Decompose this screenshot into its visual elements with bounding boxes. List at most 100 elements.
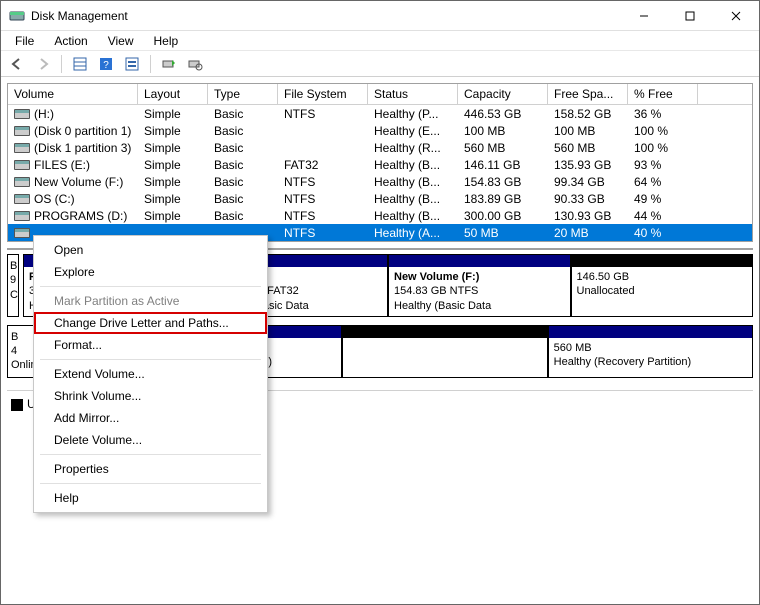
- cell: Simple: [138, 107, 208, 121]
- cell: Simple: [138, 141, 208, 155]
- minimize-button[interactable]: [621, 1, 667, 31]
- menu-item-delete-volume[interactable]: Delete Volume...: [34, 429, 267, 451]
- menu-item-shrink-volume[interactable]: Shrink Volume...: [34, 385, 267, 407]
- disk0-l1: B: [10, 259, 16, 273]
- cell: Healthy (B...: [368, 158, 458, 172]
- cell: Basic: [208, 158, 278, 172]
- properties-icon[interactable]: [183, 53, 207, 75]
- volume-icon: [14, 228, 30, 238]
- col-free[interactable]: Free Spa...: [548, 84, 628, 104]
- partition[interactable]: [342, 325, 547, 378]
- col-capacity[interactable]: Capacity: [458, 84, 548, 104]
- cell: 50 MB: [458, 226, 548, 240]
- partition-title: New Volume (F:): [394, 270, 565, 284]
- close-button[interactable]: [713, 1, 759, 31]
- menu-item-help[interactable]: Help: [34, 487, 267, 509]
- partition-bar: [343, 326, 546, 338]
- cell: 183.89 GB: [458, 192, 548, 206]
- partition[interactable]: 560 MBHealthy (Recovery Partition): [548, 325, 753, 378]
- cell: Healthy (B...: [368, 192, 458, 206]
- cell: Healthy (P...: [368, 107, 458, 121]
- table-row[interactable]: (Disk 1 partition 3)SimpleBasicHealthy (…: [8, 139, 752, 156]
- partition-status: Unallocated: [577, 284, 748, 298]
- disk-header-0[interactable]: B 9 C: [7, 254, 19, 317]
- cell: 20 MB: [548, 226, 628, 240]
- menu-separator: [40, 286, 261, 287]
- back-button[interactable]: [5, 53, 29, 75]
- volume-name: (H:): [34, 107, 54, 121]
- volume-icon: [14, 160, 30, 170]
- cell: Basic: [208, 107, 278, 121]
- menu-action[interactable]: Action: [46, 32, 95, 50]
- table-row[interactable]: OS (C:)SimpleBasicNTFSHealthy (B...183.8…: [8, 190, 752, 207]
- col-filesystem[interactable]: File System: [278, 84, 368, 104]
- menu-item-add-mirror[interactable]: Add Mirror...: [34, 407, 267, 429]
- col-type[interactable]: Type: [208, 84, 278, 104]
- menu-item-properties[interactable]: Properties: [34, 458, 267, 480]
- settings-icon[interactable]: [120, 53, 144, 75]
- disk0-l2: 9: [10, 273, 16, 287]
- col-pctfree[interactable]: % Free: [628, 84, 698, 104]
- cell: 158.52 GB: [548, 107, 628, 121]
- menu-item-change-drive-letter-and-paths[interactable]: Change Drive Letter and Paths...: [34, 312, 267, 334]
- table-row[interactable]: FILES (E:)SimpleBasicFAT32Healthy (B...1…: [8, 156, 752, 173]
- menu-separator: [40, 359, 261, 360]
- menu-item-explore[interactable]: Explore: [34, 261, 267, 283]
- cell: Simple: [138, 192, 208, 206]
- refresh-icon[interactable]: [157, 53, 181, 75]
- volume-table: Volume Layout Type File System Status Ca…: [7, 83, 753, 242]
- menu-separator: [40, 483, 261, 484]
- menu-view[interactable]: View: [100, 32, 142, 50]
- toolbar-separator: [61, 55, 62, 73]
- cell: 146.11 GB: [458, 158, 548, 172]
- table-row[interactable]: (H:)SimpleBasicNTFSHealthy (P...446.53 G…: [8, 105, 752, 122]
- cell: 90.33 GB: [548, 192, 628, 206]
- partition-size: 560 MB: [554, 341, 747, 355]
- cell: 446.53 GB: [458, 107, 548, 121]
- volume-icon: [14, 126, 30, 136]
- menu-item-format[interactable]: Format...: [34, 334, 267, 356]
- cell: Simple: [138, 124, 208, 138]
- col-layout[interactable]: Layout: [138, 84, 208, 104]
- cell: Basic: [208, 209, 278, 223]
- volume-name: OS (C:): [34, 192, 75, 206]
- partition-size: 154.83 GB NTFS: [394, 284, 565, 298]
- cell: 130.93 GB: [548, 209, 628, 223]
- table-row[interactable]: (Disk 0 partition 1)SimpleBasicHealthy (…: [8, 122, 752, 139]
- app-icon: [9, 8, 25, 24]
- table-body: (H:)SimpleBasicNTFSHealthy (P...446.53 G…: [8, 105, 752, 241]
- cell: NTFS: [278, 226, 368, 240]
- cell: 560 MB: [548, 141, 628, 155]
- help-icon[interactable]: ?: [94, 53, 118, 75]
- menu-item-extend-volume[interactable]: Extend Volume...: [34, 363, 267, 385]
- table-row[interactable]: New Volume (F:)SimpleBasicNTFSHealthy (B…: [8, 173, 752, 190]
- forward-button[interactable]: [31, 53, 55, 75]
- toolbar-separator: [150, 55, 151, 73]
- cell: 154.83 GB: [458, 175, 548, 189]
- window-title: Disk Management: [31, 9, 128, 23]
- volume-icon: [14, 194, 30, 204]
- col-status[interactable]: Status: [368, 84, 458, 104]
- volume-icon: [14, 109, 30, 119]
- table-row[interactable]: PROGRAMS (D:)SimpleBasicNTFSHealthy (B..…: [8, 207, 752, 224]
- partition[interactable]: New Volume (F:)154.83 GB NTFSHealthy (Ba…: [388, 254, 571, 317]
- cell: Healthy (R...: [368, 141, 458, 155]
- partition[interactable]: 146.50 GBUnallocated: [571, 254, 754, 317]
- menu-file[interactable]: File: [7, 32, 42, 50]
- maximize-button[interactable]: [667, 1, 713, 31]
- cell: 40 %: [628, 226, 698, 240]
- cell: Healthy (B...: [368, 209, 458, 223]
- menu-help[interactable]: Help: [146, 32, 187, 50]
- cell: 49 %: [628, 192, 698, 206]
- partition-bar: [549, 326, 752, 338]
- volume-icon: [14, 211, 30, 221]
- view-list-icon[interactable]: [68, 53, 92, 75]
- col-volume[interactable]: Volume: [8, 84, 138, 104]
- cell: Healthy (E...: [368, 124, 458, 138]
- disk-management-window: Disk Management File Action View Help ? …: [0, 0, 760, 605]
- menu-item-open[interactable]: Open: [34, 239, 267, 261]
- cell: 36 %: [628, 107, 698, 121]
- partition-status: Healthy (Recovery Partition): [554, 355, 747, 369]
- menu-separator: [40, 454, 261, 455]
- volume-name: (Disk 0 partition 1): [34, 124, 131, 138]
